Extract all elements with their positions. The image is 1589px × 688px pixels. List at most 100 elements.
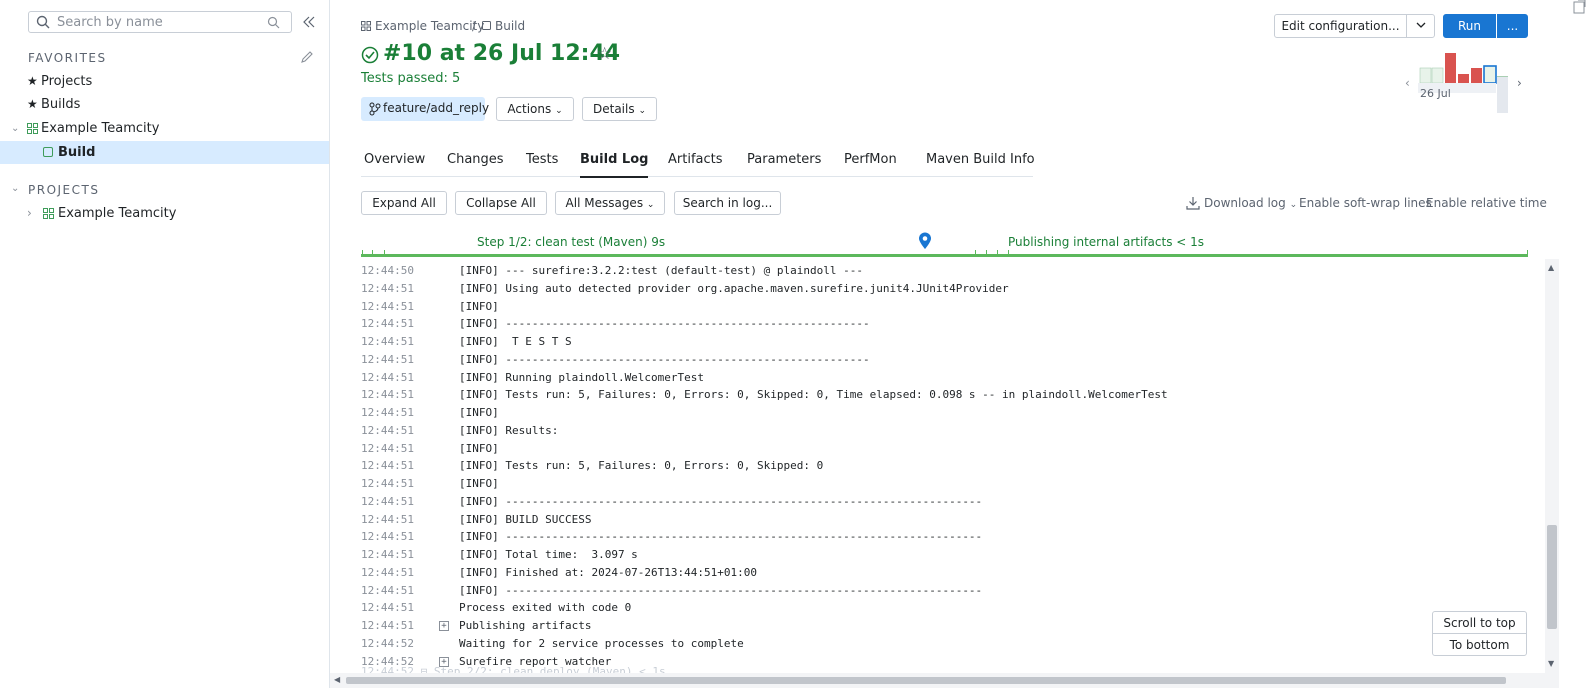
log-message: [INFO] ---------------------------------… [459,530,983,543]
log-message: Publishing artifacts [459,619,592,632]
build-status-text[interactable]: Tests passed: 5 [361,71,460,86]
search-submit-icon[interactable] [267,16,280,29]
favorites-item-projects[interactable]: ★ Projects [0,70,329,93]
window-icon[interactable] [1573,0,1587,14]
edit-configuration-menu-button[interactable] [1406,14,1435,38]
tab-build-log[interactable]: Build Log [580,152,649,178]
breadcrumb-separator: / [472,19,477,33]
tab-artifacts[interactable]: Artifacts [668,152,723,176]
chevron-left-icon[interactable]: ‹ [1405,76,1410,90]
log-timestamp: 12:44:51 [361,335,414,348]
log-message: [INFO] Results: [459,424,559,437]
actions-dropdown[interactable]: Actions ⌄ [496,97,574,121]
actions-label: Actions [507,102,552,116]
tab-perfmon[interactable]: PerfMon [844,152,897,176]
star-icon: ★ [27,97,38,111]
history-chart-date: 26 Jul [1420,87,1451,100]
tab-changes[interactable]: Changes [447,152,504,176]
expand-plus-icon[interactable]: + [439,621,449,631]
edit-pencil-icon[interactable] [300,50,314,64]
all-messages-dropdown[interactable]: All Messages ⌄ [555,191,665,215]
timeline-bar[interactable] [361,254,1528,257]
chevron-right-icon[interactable]: › [1517,76,1522,90]
log-message: [INFO] Finished at: 2024-07-26T13:44:51+… [459,566,758,579]
branch-badge[interactable]: feature/add_reply [361,97,489,121]
breadcrumb-build[interactable]: Build [495,19,525,33]
project-grid-icon [361,21,371,31]
search-box[interactable] [28,11,292,33]
scroll-to-top-button[interactable]: Scroll to top [1432,611,1527,634]
favorites-item-label: Builds [41,97,81,112]
timeline-step1-label[interactable]: Step 1/2: clean test (Maven) 9s [477,235,665,249]
log-timestamp: 12:44:51 [361,282,414,295]
tab-parameters[interactable]: Parameters [747,152,821,176]
build-config-icon [43,147,53,157]
vertical-scrollbar[interactable]: ▲ ▼ [1545,259,1559,673]
download-log-label: Download log [1204,196,1286,210]
chevron-down-icon[interactable]: ⌄ [11,183,19,194]
log-message: [INFO] [459,406,499,419]
search-input[interactable] [55,14,259,31]
log-timestamp: 12:44:51 [361,406,414,419]
log-timestamp: 12:44:50 [361,264,414,277]
chevron-down-icon: ⌄ [646,200,655,210]
scroll-up-arrow-icon[interactable]: ▲ [1548,263,1554,272]
relative-time-toggle[interactable]: Enable relative time [1426,196,1547,210]
log-timestamp: 12:44:51 [361,424,414,437]
collapse-all-button[interactable]: Collapse All [455,191,547,215]
log-timestamp: 12:44:51 [361,495,414,508]
chevron-right-icon[interactable]: › [27,202,32,225]
log-timestamp: 12:44:51 [361,601,414,614]
timeline-tick [975,250,976,255]
timeline-publishing-label[interactable]: Publishing internal artifacts < 1s [1008,235,1204,249]
tab-overview[interactable]: Overview [364,152,425,176]
tab-tests[interactable]: Tests [526,152,558,176]
log-message: [INFO] ---------------------------------… [459,317,870,330]
projects-item-example-teamcity[interactable]: › Example Teamcity [0,202,329,225]
log-message: [INFO] ---------------------------------… [459,584,983,597]
breadcrumb-project[interactable]: Example Teamcity [375,19,484,33]
download-icon[interactable] [1186,196,1200,210]
favorites-item-builds[interactable]: ★ Builds [0,93,329,116]
favorites-title: FAVORITES [28,51,107,65]
projects-item-label: Example Teamcity [58,206,177,221]
details-dropdown[interactable]: Details ⌄ [582,97,657,121]
log-timestamp: 12:44:51 [361,548,414,561]
tabs-divider [361,176,1033,177]
collapse-sidebar-icon[interactable] [302,15,316,29]
timeline-tick [1008,250,1009,255]
log-message: [INFO] [459,442,499,455]
scroll-left-arrow-icon[interactable]: ◀ [334,675,340,684]
log-timestamp: 12:44:51 [361,371,414,384]
log-message: Waiting for 2 service processes to compl… [459,637,744,650]
scroll-to-bottom-button[interactable]: To bottom [1432,633,1527,656]
tab-maven-build-info[interactable]: Maven Build Info [926,152,1035,176]
search-in-log-button[interactable]: Search in log... [674,191,781,215]
log-message: [INFO] Tests run: 5, Failures: 0, Errors… [459,388,1168,401]
tree-build-label: Build [58,145,96,160]
log-timestamp: 12:44:51 [361,300,414,313]
tree-project-example-teamcity[interactable]: ⌄ Example Teamcity [0,117,329,140]
search-icon [36,15,50,29]
build-title: #10 at 26 Jul 12:44 [383,41,621,66]
scroll-down-arrow-icon[interactable]: ▼ [1548,659,1554,668]
run-button[interactable]: Run [1443,14,1496,38]
vertical-scrollbar-thumb[interactable] [1547,525,1557,629]
success-check-icon [361,46,379,64]
log-message: [INFO] Using auto detected provider org.… [459,282,1009,295]
edit-configuration-button[interactable]: Edit configuration... [1274,14,1407,38]
soft-wrap-toggle[interactable]: Enable soft-wrap lines [1299,196,1432,210]
horizontal-scrollbar[interactable]: ◀ [330,673,1559,688]
chevron-down-icon[interactable]: ⌄ [11,117,19,140]
horizontal-scrollbar-thumb[interactable] [346,677,1506,684]
tree-build-item[interactable]: Build [0,141,329,164]
expand-all-button[interactable]: Expand All [361,191,447,215]
log-timestamp: 12:44:52 [361,637,414,650]
favorites-item-label: Projects [41,74,93,89]
run-options-button[interactable]: ... [1497,14,1528,38]
download-log-link[interactable]: Download log ⌄ [1204,196,1297,210]
build-history-mini-chart[interactable] [1418,50,1512,115]
star-outline-icon[interactable]: ☆ [597,44,612,64]
project-grid-icon [43,208,54,219]
location-marker-icon[interactable] [918,232,932,250]
